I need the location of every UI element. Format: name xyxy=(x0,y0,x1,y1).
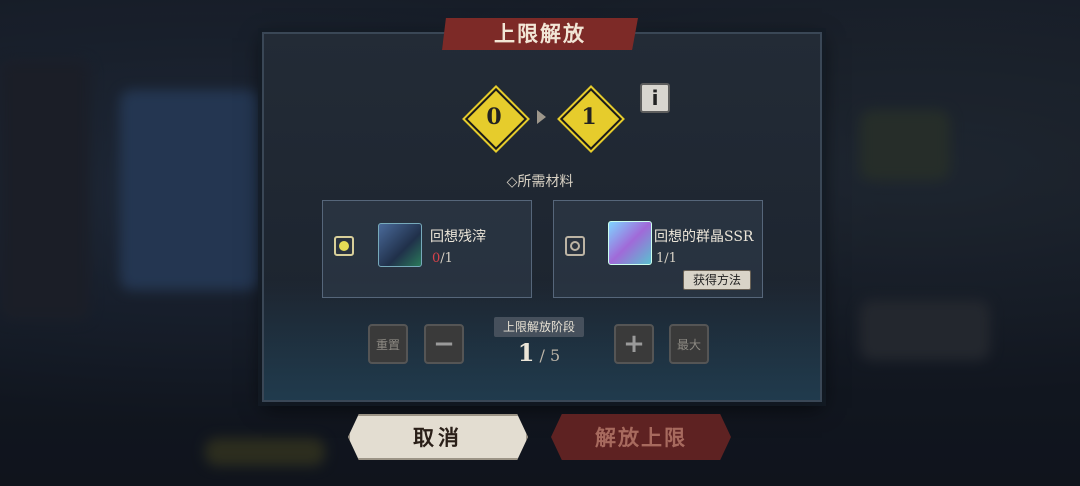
stage-counter: 1 / 5 xyxy=(517,338,561,367)
cancel-button[interactable]: 取消 xyxy=(348,414,528,460)
material-count: 1/1 xyxy=(656,251,677,266)
reset-button[interactable]: 重置 xyxy=(368,324,408,364)
level-from-value: 0 xyxy=(486,104,502,130)
minus-icon: − xyxy=(433,329,455,359)
material-count: 0/1 xyxy=(432,251,453,266)
level-to-value: 1 xyxy=(581,104,597,130)
stage-label: 上限解放阶段 xyxy=(494,317,584,337)
material-name: 回想的群晶SSR xyxy=(654,229,754,245)
material-checkbox[interactable] xyxy=(565,236,585,256)
max-button[interactable]: 最大 xyxy=(669,324,709,364)
decrease-button[interactable]: − xyxy=(424,324,464,364)
materials-header: ◇所需材料 xyxy=(506,174,574,190)
obtain-method-button[interactable]: 获得方法 xyxy=(683,270,751,290)
plus-icon: + xyxy=(623,329,645,359)
info-button[interactable]: i xyxy=(640,83,670,113)
material-name: 回想残滓 xyxy=(430,229,486,245)
arrow-right-icon xyxy=(537,110,546,124)
crystal-item-icon xyxy=(608,221,652,265)
limit-break-button[interactable]: 解放上限 xyxy=(551,414,731,460)
dialog-title: 上限解放 xyxy=(494,21,586,46)
material-checkbox[interactable] xyxy=(334,236,354,256)
info-icon: i xyxy=(651,86,659,110)
increase-button[interactable]: + xyxy=(614,324,654,364)
residue-item-icon xyxy=(378,223,422,267)
